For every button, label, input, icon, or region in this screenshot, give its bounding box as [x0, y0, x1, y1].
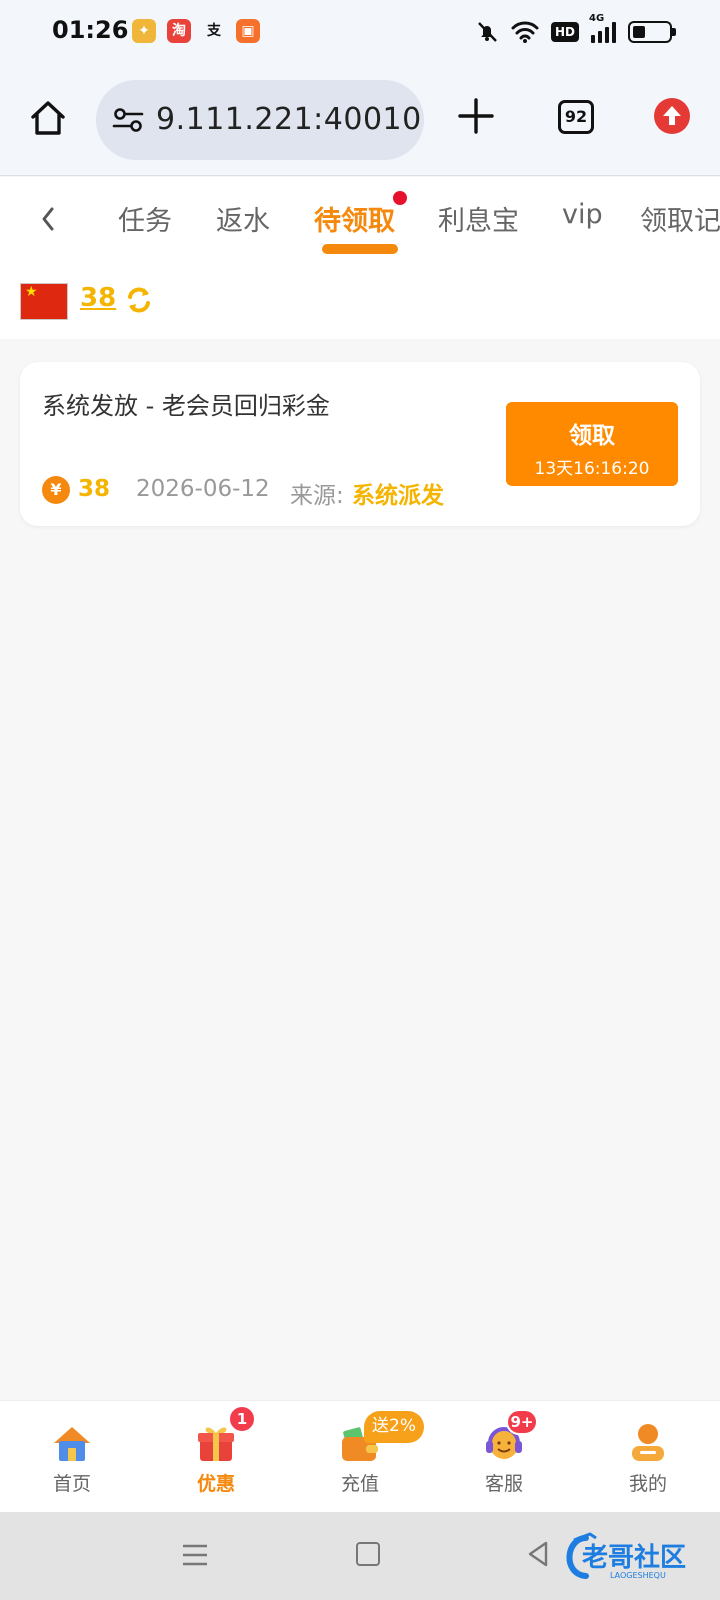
- balance-row: ★ 38: [0, 263, 720, 339]
- claim-button-label: 领取: [569, 423, 615, 449]
- taobao-badge-icon: ✦: [132, 19, 156, 43]
- new-tab-plus-icon[interactable]: [456, 96, 496, 136]
- recent-apps-icon[interactable]: [182, 1542, 208, 1568]
- reward-title: 系统发放 - 老会员回归彩金: [42, 392, 330, 420]
- status-bar: 01:26 ✦ 淘 支 ▣ HD 4G: [0, 0, 720, 66]
- chevron-left-icon[interactable]: [36, 203, 60, 235]
- system-back-icon[interactable]: [526, 1540, 550, 1568]
- cell-signal-icon: 4G: [589, 13, 616, 43]
- bottom-navigation: 首页 1 优惠 送2% 充值 9+ 客服 我的: [0, 1400, 720, 1512]
- reward-date: 2026-06-12: [136, 476, 270, 502]
- tab-switcher-button[interactable]: 92: [558, 100, 594, 134]
- nav-label-profile: 我的: [628, 1473, 667, 1495]
- address-bar[interactable]: 9.111.221:40010: [96, 80, 424, 160]
- china-flag-icon: ★: [20, 283, 68, 320]
- system-navigation-bar: 老哥社区 LAOGESHEQU: [0, 1512, 720, 1600]
- home-icon[interactable]: [28, 98, 68, 138]
- claim-countdown: 13天16:16:20: [534, 459, 650, 479]
- nav-label-support: 客服: [484, 1473, 523, 1495]
- refresh-icon[interactable]: [124, 285, 154, 315]
- arrow-up-icon: [663, 106, 681, 125]
- svg-text:老哥社区: 老哥社区: [582, 1542, 686, 1573]
- nav-item-promotions[interactable]: 1 优惠: [144, 1401, 288, 1513]
- tab-vip[interactable]: vip: [562, 199, 603, 230]
- profile-icon: [632, 1424, 664, 1461]
- alipay-icon: 支: [207, 23, 221, 39]
- claim-button[interactable]: 领取 13天16:16:20: [506, 402, 678, 486]
- nav-label-home: 首页: [52, 1473, 91, 1495]
- nav-item-profile[interactable]: 我的: [576, 1401, 720, 1513]
- system-home-icon[interactable]: [356, 1542, 380, 1566]
- status-indicators: HD 4G: [475, 13, 676, 46]
- tab-interest[interactable]: 利息宝: [438, 199, 519, 238]
- tab-claim-history[interactable]: 领取记: [640, 199, 720, 238]
- tab-rebate[interactable]: 返水: [216, 199, 270, 238]
- hd-voice-badge: HD: [550, 22, 579, 42]
- battery-icon: [628, 21, 676, 43]
- browser-toolbar: 9.111.221:40010 92: [0, 66, 720, 176]
- wifi-icon: [511, 21, 539, 43]
- nav-label-deposit: 充值: [340, 1473, 379, 1495]
- kuaishou-icon: ▣: [236, 19, 260, 43]
- reward-card: 系统发放 - 老会员回归彩金 ¥ 38 2026-06-12 来源: 系统派发 …: [20, 362, 700, 526]
- active-tab-indicator: [322, 244, 398, 254]
- category-tabs: 任务 返水 待领取 利息宝 vip 领取记: [0, 177, 720, 263]
- alipay-icon: 淘: [167, 19, 191, 43]
- nav-label-promotions: 优惠: [196, 1473, 235, 1495]
- yuan-coin-icon: ¥: [42, 476, 70, 504]
- tab-pending-claim[interactable]: 待领取: [314, 199, 395, 238]
- mute-bell-icon: [478, 22, 497, 42]
- balance-value[interactable]: 38: [80, 283, 116, 313]
- nav-item-deposit[interactable]: 送2% 充值: [288, 1401, 432, 1513]
- site-settings-icon[interactable]: [112, 106, 144, 134]
- nav-item-home[interactable]: 首页: [0, 1401, 144, 1513]
- source-value: 系统派发: [352, 483, 444, 509]
- house-icon: [54, 1427, 90, 1461]
- network-type: 4G: [589, 13, 605, 24]
- tab-tasks[interactable]: 任务: [118, 199, 172, 238]
- nav-item-support[interactable]: 9+ 客服: [432, 1401, 576, 1513]
- deposit-bonus-tag: 送2%: [364, 1411, 424, 1443]
- reward-amount: 38: [78, 476, 111, 502]
- svg-text:LAOGESHEQU: LAOGESHEQU: [610, 1571, 666, 1580]
- source-label: 来源:: [290, 483, 344, 509]
- community-watermark-logo: 老哥社区 LAOGESHEQU: [566, 1532, 686, 1580]
- upload-button[interactable]: [654, 98, 690, 134]
- support-unread-badge: 9+: [506, 1409, 538, 1435]
- promo-count-badge: 1: [228, 1405, 256, 1433]
- url-text[interactable]: 9.111.221:40010: [156, 102, 422, 137]
- notification-dot: [393, 191, 407, 205]
- status-time: 01:26: [52, 16, 129, 44]
